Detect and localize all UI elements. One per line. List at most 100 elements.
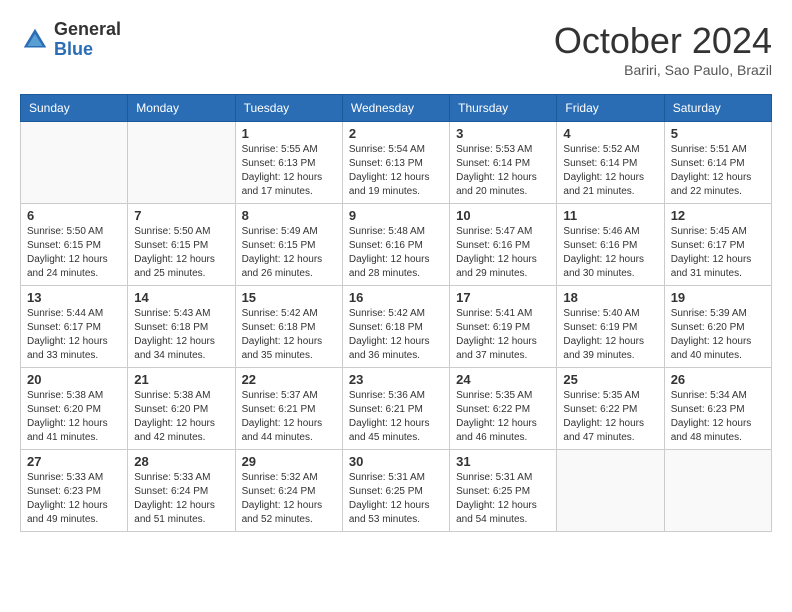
day-number: 8: [242, 208, 336, 223]
day-number: 25: [563, 372, 657, 387]
day-info: Sunrise: 5:51 AM Sunset: 6:14 PM Dayligh…: [671, 143, 765, 199]
calendar-week-4: 20 Sunrise: 5:38 AM Sunset: 6:20 PM Dayli…: [21, 368, 772, 450]
table-row: 28Sunrise: 5:33 AM Sunset: 6:24 PM Dayli…: [128, 450, 235, 532]
table-row: 14Sunrise: 5:43 AM Sunset: 6:18 PM Dayli…: [128, 286, 235, 368]
calendar-table: Sunday Monday Tuesday Wednesday Thursday…: [20, 94, 772, 532]
day-info: Sunrise: 5:47 AM Sunset: 6:16 PM Dayligh…: [456, 225, 550, 281]
day-info: Sunrise: 5:55 AM Sunset: 6:13 PM Dayligh…: [242, 143, 336, 199]
day-number: 26: [671, 372, 765, 387]
day-info: Sunrise: 5:40 AM Sunset: 6:19 PM Dayligh…: [563, 307, 657, 363]
col-wednesday: Wednesday: [342, 95, 449, 122]
day-info: Sunrise: 5:48 AM Sunset: 6:16 PM Dayligh…: [349, 225, 443, 281]
calendar-header: Sunday Monday Tuesday Wednesday Thursday…: [21, 95, 772, 122]
day-info: Sunrise: 5:43 AM Sunset: 6:18 PM Dayligh…: [134, 307, 228, 363]
day-info: Sunrise: 5:45 AM Sunset: 6:17 PM Dayligh…: [671, 225, 765, 281]
day-info: Sunrise: 5:35 AM Sunset: 6:22 PM Dayligh…: [563, 389, 657, 445]
day-number: 4: [563, 126, 657, 141]
day-info: Sunrise: 5:42 AM Sunset: 6:18 PM Dayligh…: [242, 307, 336, 363]
table-row: 15 Sunrise: 5:42 AM Sunset: 6:18 PM Dayli…: [235, 286, 342, 368]
calendar-week-5: 27 Sunrise: 5:33 AM Sunset: 6:23 PM Dayli…: [21, 450, 772, 532]
col-thursday: Thursday: [450, 95, 557, 122]
day-info: Sunrise: 5:32 AM Sunset: 6:24 PM Dayligh…: [242, 471, 336, 527]
logo-general: General: [54, 20, 121, 40]
table-row: 24 Sunrise: 5:35 AM Sunset: 6:22 PM Dayli…: [450, 368, 557, 450]
month-title: October 2024: [554, 20, 772, 62]
table-row: 17Sunrise: 5:41 AM Sunset: 6:19 PM Dayli…: [450, 286, 557, 368]
calendar-week-3: 13 Sunrise: 5:44 AM Sunset: 6:17 PM Dayli…: [21, 286, 772, 368]
table-row: 29 Sunrise: 5:32 AM Sunset: 6:24 PM Dayli…: [235, 450, 342, 532]
table-row: 4 Sunrise: 5:52 AM Sunset: 6:14 PM Daylig…: [557, 122, 664, 204]
table-row: 13 Sunrise: 5:44 AM Sunset: 6:17 PM Dayli…: [21, 286, 128, 368]
table-row: 2Sunrise: 5:54 AM Sunset: 6:13 PM Daylig…: [342, 122, 449, 204]
day-number: 19: [671, 290, 765, 305]
table-row: 21Sunrise: 5:38 AM Sunset: 6:20 PM Dayli…: [128, 368, 235, 450]
day-info: Sunrise: 5:41 AM Sunset: 6:19 PM Dayligh…: [456, 307, 550, 363]
day-info: Sunrise: 5:50 AM Sunset: 6:15 PM Dayligh…: [27, 225, 121, 281]
day-info: Sunrise: 5:38 AM Sunset: 6:20 PM Dayligh…: [134, 389, 228, 445]
day-number: 9: [349, 208, 443, 223]
day-number: 24: [456, 372, 550, 387]
day-info: Sunrise: 5:33 AM Sunset: 6:23 PM Dayligh…: [27, 471, 121, 527]
day-info: Sunrise: 5:35 AM Sunset: 6:22 PM Dayligh…: [456, 389, 550, 445]
logo-blue: Blue: [54, 40, 121, 60]
day-info: Sunrise: 5:31 AM Sunset: 6:25 PM Dayligh…: [349, 471, 443, 527]
table-row: 22Sunrise: 5:37 AM Sunset: 6:21 PM Dayli…: [235, 368, 342, 450]
table-row: 26 Sunrise: 5:34 AM Sunset: 6:23 PM Dayli…: [664, 368, 771, 450]
day-info: Sunrise: 5:44 AM Sunset: 6:17 PM Dayligh…: [27, 307, 121, 363]
location-subtitle: Bariri, Sao Paulo, Brazil: [554, 62, 772, 78]
day-number: 22: [242, 372, 336, 387]
table-row: [128, 122, 235, 204]
day-info: Sunrise: 5:34 AM Sunset: 6:23 PM Dayligh…: [671, 389, 765, 445]
day-number: 16: [349, 290, 443, 305]
table-row: [557, 450, 664, 532]
page-header: General Blue October 2024 Bariri, Sao Pa…: [20, 20, 772, 78]
col-sunday: Sunday: [21, 95, 128, 122]
calendar-body: 1 Sunrise: 5:55 AM Sunset: 6:13 PM Daylig…: [21, 122, 772, 532]
table-row: 25 Sunrise: 5:35 AM Sunset: 6:22 PM Dayli…: [557, 368, 664, 450]
day-info: Sunrise: 5:52 AM Sunset: 6:14 PM Dayligh…: [563, 143, 657, 199]
day-number: 15: [242, 290, 336, 305]
logo-icon: [20, 25, 50, 55]
header-row: Sunday Monday Tuesday Wednesday Thursday…: [21, 95, 772, 122]
title-block: October 2024 Bariri, Sao Paulo, Brazil: [554, 20, 772, 78]
table-row: 11 Sunrise: 5:46 AM Sunset: 6:16 PM Dayli…: [557, 204, 664, 286]
day-info: Sunrise: 5:36 AM Sunset: 6:21 PM Dayligh…: [349, 389, 443, 445]
col-monday: Monday: [128, 95, 235, 122]
day-number: 13: [27, 290, 121, 305]
day-number: 10: [456, 208, 550, 223]
day-info: Sunrise: 5:33 AM Sunset: 6:24 PM Dayligh…: [134, 471, 228, 527]
day-number: 27: [27, 454, 121, 469]
day-number: 12: [671, 208, 765, 223]
logo-text: General Blue: [54, 20, 121, 60]
day-number: 11: [563, 208, 657, 223]
table-row: 6 Sunrise: 5:50 AM Sunset: 6:15 PM Daylig…: [21, 204, 128, 286]
table-row: 20 Sunrise: 5:38 AM Sunset: 6:20 PM Dayli…: [21, 368, 128, 450]
col-tuesday: Tuesday: [235, 95, 342, 122]
day-number: 5: [671, 126, 765, 141]
table-row: 27 Sunrise: 5:33 AM Sunset: 6:23 PM Dayli…: [21, 450, 128, 532]
table-row: 18 Sunrise: 5:40 AM Sunset: 6:19 PM Dayli…: [557, 286, 664, 368]
day-number: 30: [349, 454, 443, 469]
day-number: 7: [134, 208, 228, 223]
day-number: 3: [456, 126, 550, 141]
table-row: 10 Sunrise: 5:47 AM Sunset: 6:16 PM Dayli…: [450, 204, 557, 286]
col-saturday: Saturday: [664, 95, 771, 122]
table-row: 12 Sunrise: 5:45 AM Sunset: 6:17 PM Dayli…: [664, 204, 771, 286]
day-number: 29: [242, 454, 336, 469]
day-number: 2: [349, 126, 443, 141]
table-row: 8Sunrise: 5:49 AM Sunset: 6:15 PM Daylig…: [235, 204, 342, 286]
table-row: 9 Sunrise: 5:48 AM Sunset: 6:16 PM Daylig…: [342, 204, 449, 286]
table-row: [664, 450, 771, 532]
day-info: Sunrise: 5:42 AM Sunset: 6:18 PM Dayligh…: [349, 307, 443, 363]
day-info: Sunrise: 5:46 AM Sunset: 6:16 PM Dayligh…: [563, 225, 657, 281]
table-row: 3Sunrise: 5:53 AM Sunset: 6:14 PM Daylig…: [450, 122, 557, 204]
day-number: 20: [27, 372, 121, 387]
day-number: 6: [27, 208, 121, 223]
table-row: 1 Sunrise: 5:55 AM Sunset: 6:13 PM Daylig…: [235, 122, 342, 204]
day-number: 1: [242, 126, 336, 141]
day-number: 18: [563, 290, 657, 305]
table-row: 5 Sunrise: 5:51 AM Sunset: 6:14 PM Daylig…: [664, 122, 771, 204]
table-row: [21, 122, 128, 204]
day-info: Sunrise: 5:50 AM Sunset: 6:15 PM Dayligh…: [134, 225, 228, 281]
day-info: Sunrise: 5:38 AM Sunset: 6:20 PM Dayligh…: [27, 389, 121, 445]
